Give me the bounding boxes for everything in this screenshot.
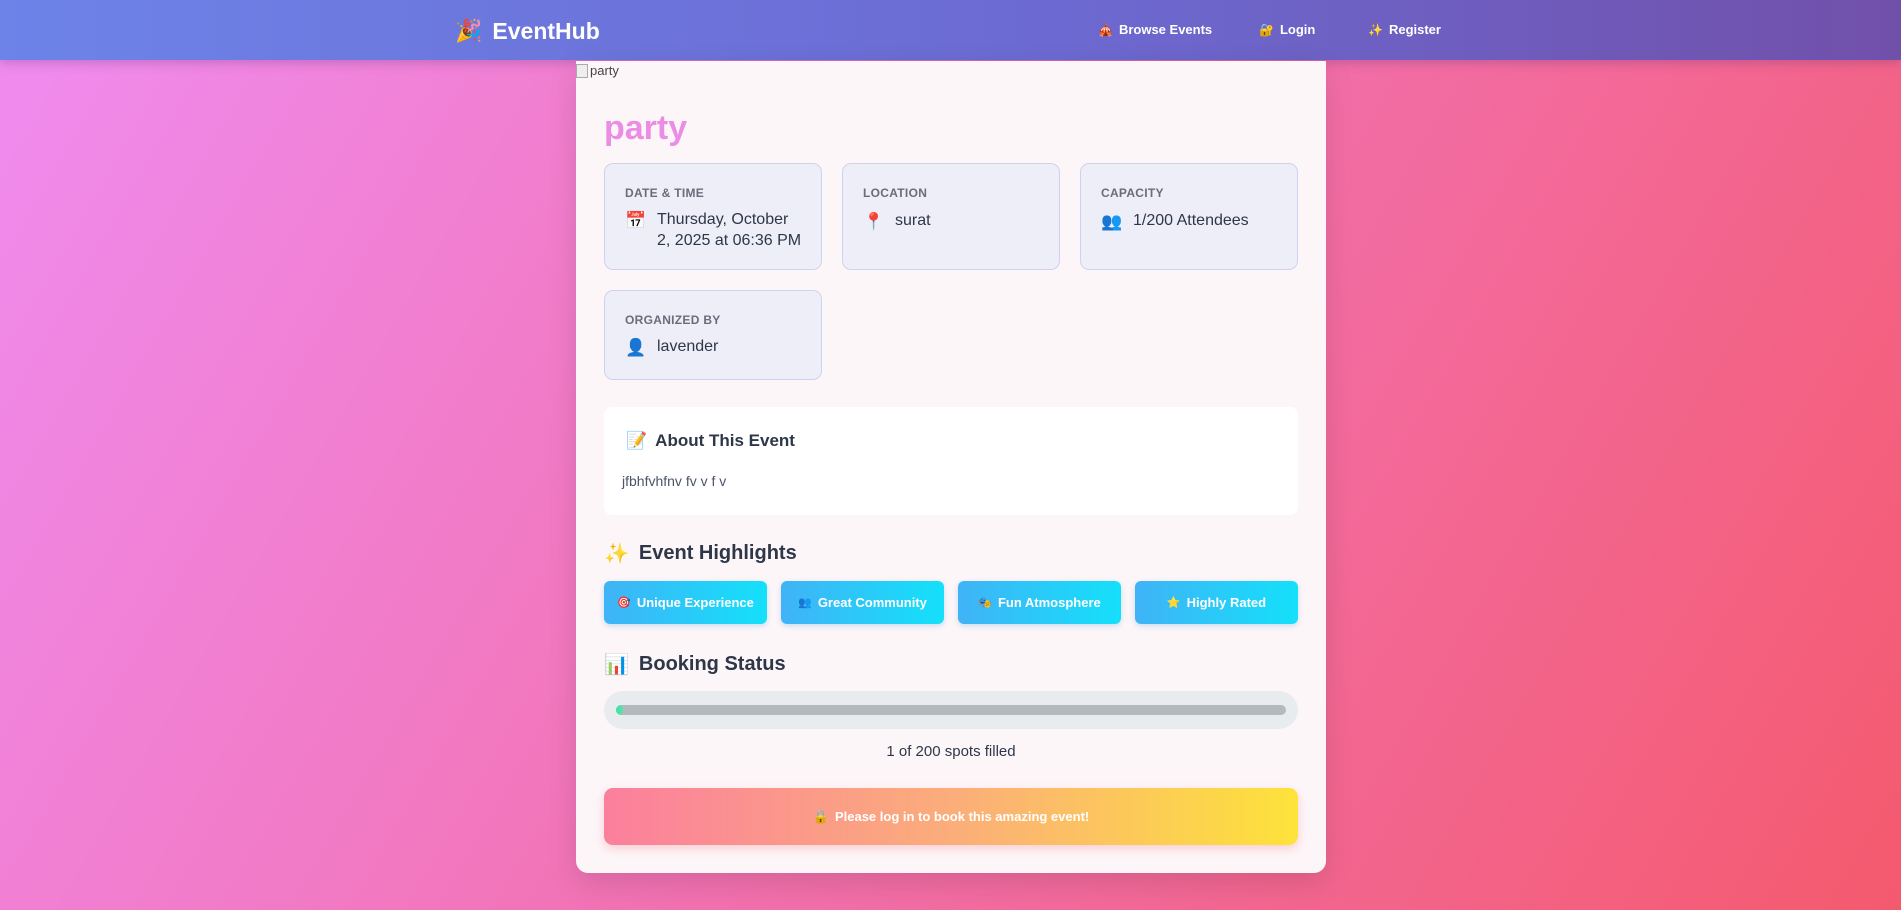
lock-icon: 🔒 (812, 808, 829, 824)
highlights-heading: ✨ Event Highlights (604, 541, 797, 566)
spots-filled-text: 1 of 200 spots filled (886, 743, 1016, 760)
chip-label: Unique Experience (636, 595, 754, 610)
star-icon: ⭐ (1166, 597, 1181, 609)
info-value-row: 👥 1/200 Attendees (1101, 210, 1249, 234)
login-to-book-button[interactable]: 🔒 Please log in to book this amazing eve… (604, 788, 1298, 845)
info-card-organizer: ORGANIZED BY 👤 lavender (604, 290, 822, 380)
broken-image-icon (576, 63, 588, 78)
info-card-capacity: CAPACITY 👥 1/200 Attendees (1080, 163, 1298, 270)
about-section: 📝 About This Event jfbhfvhfnv fv v f v (604, 407, 1298, 515)
capacity-value: 1/200 Attendees (1133, 212, 1249, 229)
pin-icon: 📍 (863, 212, 885, 231)
nav-register-link[interactable]: ✨ Register (1368, 22, 1441, 37)
info-label: DATE & TIME (625, 186, 705, 200)
about-heading: 📝 About This Event (626, 431, 795, 451)
chip-label: Highly Rated (1186, 595, 1267, 610)
top-navbar: 🎉 EventHub 🎪 Browse Events 🔐 Login ✨ Reg… (0, 0, 1901, 60)
date-line-2: 2, 2025 at 06:36 PM (657, 232, 802, 249)
nav-browse-events-link[interactable]: 🎪 Browse Events (1098, 22, 1212, 37)
lock-key-icon: 🔐 (1259, 22, 1274, 37)
highlight-chip-unique-experience: 🎯 Unique Experience (604, 581, 767, 624)
location-value: surat (895, 212, 931, 229)
booking-heading: 📊 Booking Status (604, 652, 786, 677)
sparkles-icon: ✨ (604, 543, 629, 565)
info-value-row: 📅 Thursday, October 2, 2025 at 06:36 PM (625, 209, 801, 251)
memo-icon: 📝 (626, 431, 648, 450)
event-image-alt: party (590, 63, 619, 78)
info-value-row: 📍 surat (863, 210, 931, 234)
highlight-chip-highly-rated: ⭐ Highly Rated (1135, 581, 1298, 624)
info-label: ORGANIZED BY (625, 313, 721, 327)
people-icon: 👥 (1101, 212, 1123, 231)
progress-fill (616, 705, 623, 715)
login-to-book-label: Please log in to book this amazing event… (834, 809, 1090, 824)
calendar-icon: 📅 (625, 211, 647, 230)
people-icon: 👥 (798, 597, 812, 609)
party-popper-icon: 🎉 (455, 18, 483, 43)
info-card-location: LOCATION 📍 surat (842, 163, 1060, 270)
date-line-1: Thursday, October (657, 211, 789, 228)
chip-label: Great Community (817, 595, 927, 610)
theater-masks-icon: 🎭 (978, 597, 992, 609)
nav-link-label: Register (1388, 22, 1441, 37)
brand-logo[interactable]: 🎉 EventHub (455, 17, 600, 45)
sparkles-icon: ✨ (1368, 22, 1383, 37)
organizer-value: lavender (657, 338, 719, 355)
chip-label: Fun Atmosphere (997, 595, 1101, 610)
date-value: Thursday, October 2, 2025 at 06:36 PM (657, 209, 801, 251)
event-image: party (576, 63, 619, 78)
booking-title: Booking Status (638, 653, 786, 675)
target-icon: 🎯 (617, 597, 631, 609)
info-label: LOCATION (863, 186, 928, 200)
nav-link-label: Login (1279, 22, 1316, 37)
tent-icon: 🎪 (1098, 22, 1113, 37)
booking-progress (604, 691, 1298, 729)
highlight-chip-fun-atmosphere: 🎭 Fun Atmosphere (958, 581, 1121, 624)
info-value-row: 👤 lavender (625, 336, 718, 360)
progress-track (616, 705, 1286, 715)
info-label: CAPACITY (1101, 186, 1164, 200)
highlights-title: Event Highlights (638, 542, 797, 564)
info-card-date: DATE & TIME 📅 Thursday, October 2, 2025 … (604, 163, 822, 270)
person-icon: 👤 (625, 338, 647, 357)
nav-link-label: Browse Events (1118, 22, 1213, 37)
nav-login-link[interactable]: 🔐 Login (1259, 22, 1315, 37)
event-title: party (604, 109, 688, 147)
brand-name: EventHub (492, 17, 600, 44)
about-title: About This Event (655, 431, 795, 450)
bar-chart-icon: 📊 (604, 654, 629, 676)
about-description: jfbhfvhfnv fv v f v (622, 473, 727, 489)
highlight-chip-great-community: 👥 Great Community (781, 581, 944, 624)
event-detail-card: party party DATE & TIME 📅 Thursday, Octo… (576, 61, 1326, 873)
